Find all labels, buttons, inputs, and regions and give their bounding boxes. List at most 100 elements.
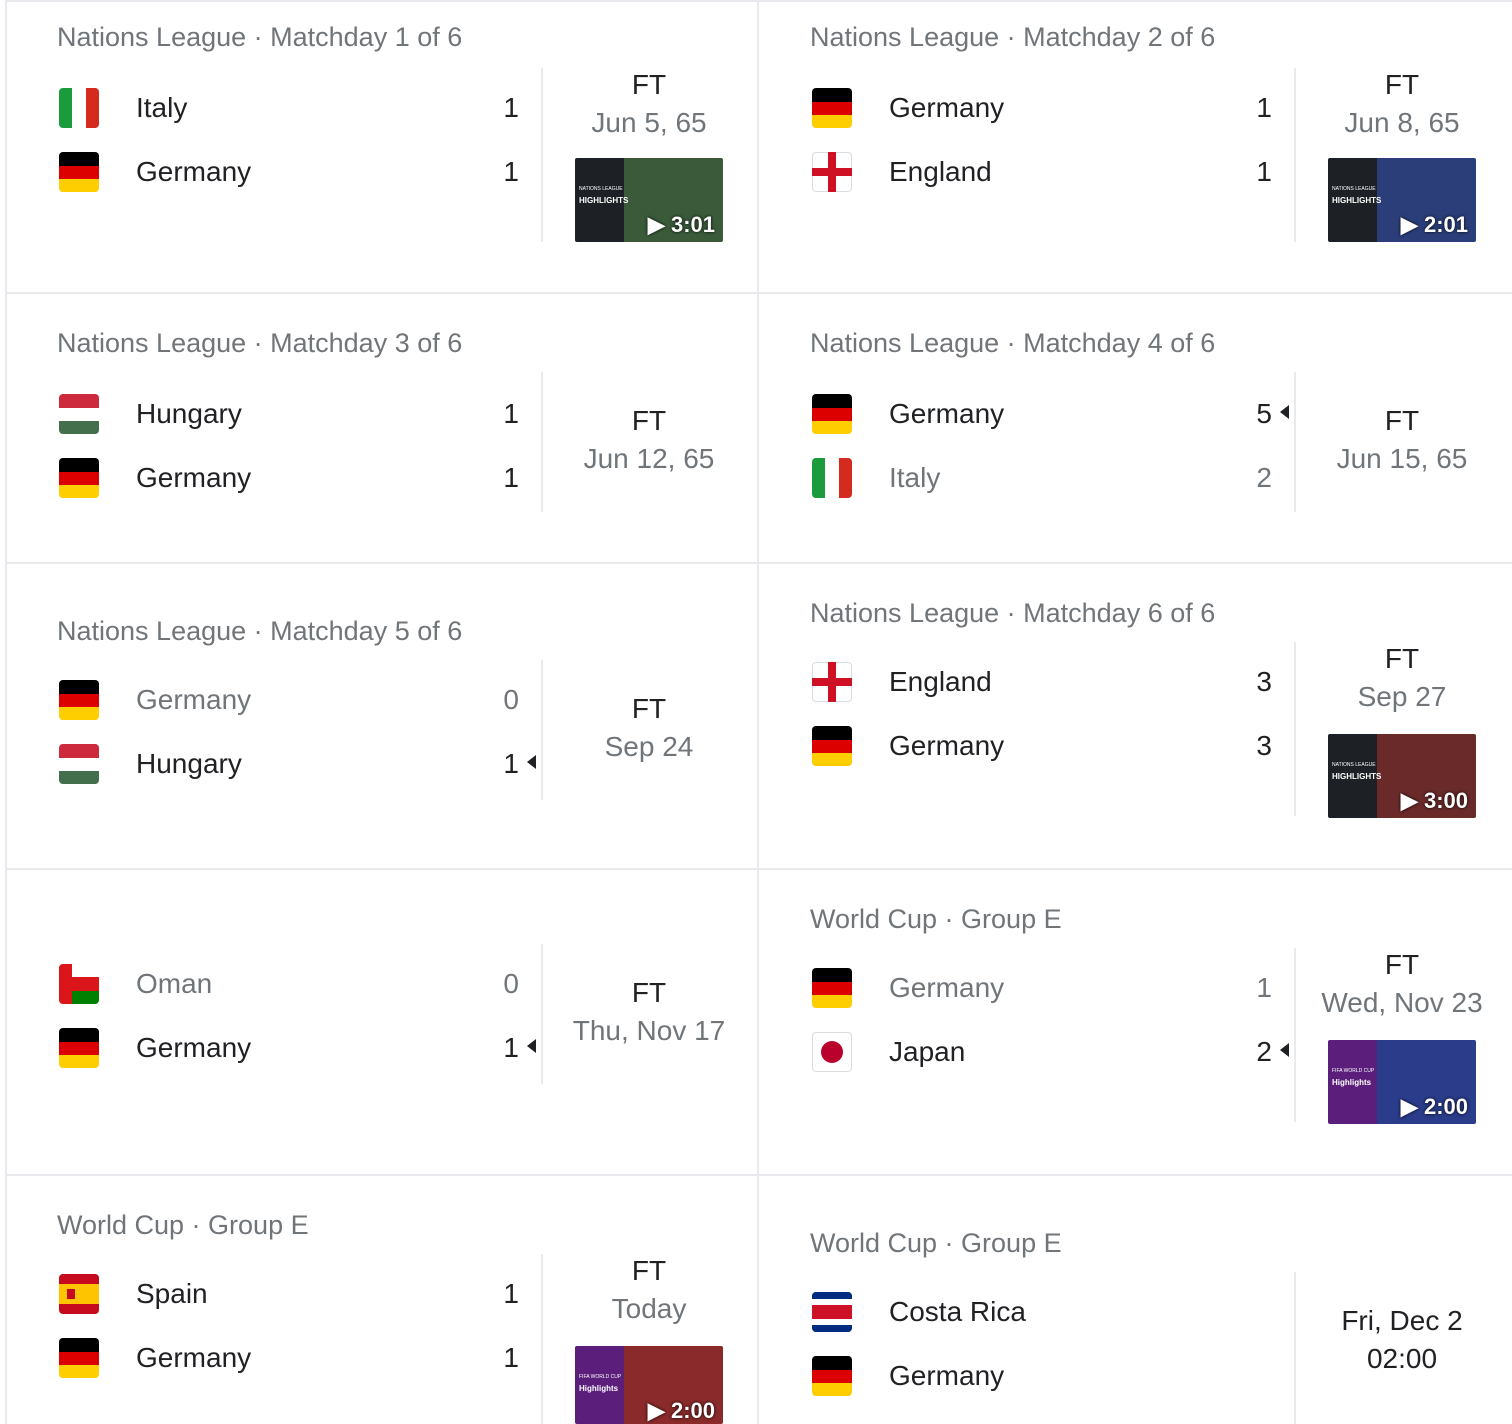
score-divider [541,1254,543,1424]
team-row-away: Germany 1 [59,1028,519,1068]
match-date: Jun 12, 65 [583,443,715,474]
highlights-video-thumbnail[interactable]: NATIONS LEAGUE HIGHLIGHTS ▶ 3:00 [1328,734,1476,818]
match-card[interactable]: World Cup · Group E Costa Rica Germany F… [758,1176,1512,1424]
team-name: Germany [136,1342,252,1373]
highlights-video-thumbnail[interactable]: FIFA WORLD CUP Highlights ▶ 2:00 [575,1346,723,1424]
video-label: HIGHLIGHTS [579,196,629,205]
team-row-home: Oman 0 [59,964,519,1004]
match-card[interactable]: Nations League · Matchday 3 of 6 Hungary… [5,294,757,562]
match-card[interactable]: Nations League · Matchday 6 of 6 England… [758,564,1512,868]
team-score: 0 [503,968,519,999]
match-card[interactable]: Nations League · Matchday 2 of 6 Germany… [758,2,1512,292]
match-date: Sep 24 [604,731,694,762]
highlights-video-thumbnail[interactable]: NATIONS LEAGUE HIGHLIGHTS ▶ 2:01 [1328,158,1476,242]
italy-flag-icon [812,458,852,498]
germany-flag-icon [812,968,852,1008]
competition-header: World Cup · Group E [810,904,1062,934]
video-duration: ▶ 3:01 [647,212,715,237]
match-card[interactable]: World Cup · Group E Spain 1 Germany 1 FT… [5,1176,757,1424]
team-score: 1 [1256,156,1272,187]
spain-flag-icon [59,1274,99,1314]
team-score: 1 [503,398,519,429]
germany-flag-icon [812,394,852,434]
germany-flag-icon [812,1356,852,1396]
score-divider [541,660,543,800]
team-score: 1 [1256,92,1272,123]
team-name: Costa Rica [889,1296,1026,1327]
team-row-home: Spain 1 [59,1274,519,1314]
team-name: Oman [136,968,213,999]
team-score: 1 [503,462,519,493]
team-row-away: England 1 [812,152,1272,192]
team-name: Hungary [136,398,242,429]
match-card[interactable]: Nations League · Matchday 4 of 6 Germany… [758,294,1512,562]
match-date: Thu, Nov 17 [572,1015,726,1046]
team-score: 5 [1256,398,1272,429]
team-name: Germany [889,1360,1005,1391]
winner-arrow-icon [1280,1043,1289,1057]
video-duration: ▶ 3:00 [1400,788,1468,813]
match-date: Today [611,1293,687,1324]
nations-league-logo-icon: NATIONS LEAGUE [1332,762,1376,768]
match-card[interactable]: Nations League · Matchday 1 of 6 Italy 1… [5,2,757,292]
germany-flag-icon [812,88,852,128]
team-score: 3 [1256,666,1272,697]
team-row-home: Hungary 1 [59,394,519,434]
match-status: FT [631,977,667,1008]
score-divider [541,68,543,242]
match-date: Sep 27 [1357,681,1447,712]
video-label: HIGHLIGHTS [1332,772,1382,781]
team-row-away: Germany 1 [59,152,519,192]
hungary-flag-icon [59,394,99,434]
match-status: FT [1384,405,1420,436]
team-score: 3 [1256,730,1272,761]
video-label: Highlights [1332,1078,1372,1087]
team-row-away: Germany 1 [59,1338,519,1378]
competition-header: Nations League · Matchday 2 of 6 [810,22,1216,52]
score-divider [1294,68,1296,242]
video-duration: ▶ 2:00 [1400,1094,1468,1119]
match-date: Fri, Dec 2 [1341,1305,1463,1336]
competition-header: World Cup · Group E [810,1228,1062,1258]
team-score: 1 [503,748,519,779]
team-score: 1 [503,156,519,187]
team-name: Germany [889,92,1005,123]
team-name: Hungary [136,748,242,779]
match-date: Jun 15, 65 [1336,443,1468,474]
competition-header: Nations League · Matchday 4 of 6 [810,328,1216,358]
team-row-away: Italy 2 [812,458,1272,498]
team-row-away: Germany [812,1356,1272,1396]
team-name: Germany [136,462,252,493]
competition-header: Nations League · Matchday 5 of 6 [57,616,463,646]
match-card[interactable]: Nations League · Matchday 5 of 6 Germany… [5,564,757,868]
match-status: FT [1384,643,1420,674]
video-label: HIGHLIGHTS [1332,196,1382,205]
team-score: 1 [503,92,519,123]
highlights-video-thumbnail[interactable]: NATIONS LEAGUE HIGHLIGHTS ▶ 3:01 [575,158,723,242]
germany-flag-icon [59,1028,99,1068]
team-score: 2 [1256,1036,1272,1067]
score-divider [1294,642,1296,816]
match-card[interactable]: Oman 0 Germany 1 FT Thu, Nov 17 [5,870,757,1174]
team-name: Germany [136,684,252,715]
japan-flag-icon [812,1032,852,1072]
germany-flag-icon [812,726,852,766]
team-name: Japan [889,1036,966,1067]
costa-rica-flag-icon [812,1292,852,1332]
score-divider [1294,372,1296,512]
match-status: FT [631,693,667,724]
team-row-away: Japan 2 [812,1032,1272,1072]
match-card[interactable]: World Cup · Group E Germany 1 Japan 2 FT… [758,870,1512,1174]
team-row-home: Italy 1 [59,88,519,128]
highlights-video-thumbnail[interactable]: FIFA WORLD CUP Highlights ▶ 2:00 [1328,1040,1476,1124]
winner-arrow-icon [1280,405,1289,419]
team-row-away: Germany 1 [59,458,519,498]
video-label: Highlights [579,1384,619,1393]
nations-league-logo-icon: NATIONS LEAGUE [579,186,623,192]
team-name: Germany [136,1032,252,1063]
competition-header: Nations League · Matchday 6 of 6 [810,598,1216,628]
team-score: 1 [503,1278,519,1309]
video-duration: ▶ 2:00 [647,1398,715,1423]
team-row-home: Germany 0 [59,680,519,720]
duration-text: 2:00 [670,1398,715,1423]
